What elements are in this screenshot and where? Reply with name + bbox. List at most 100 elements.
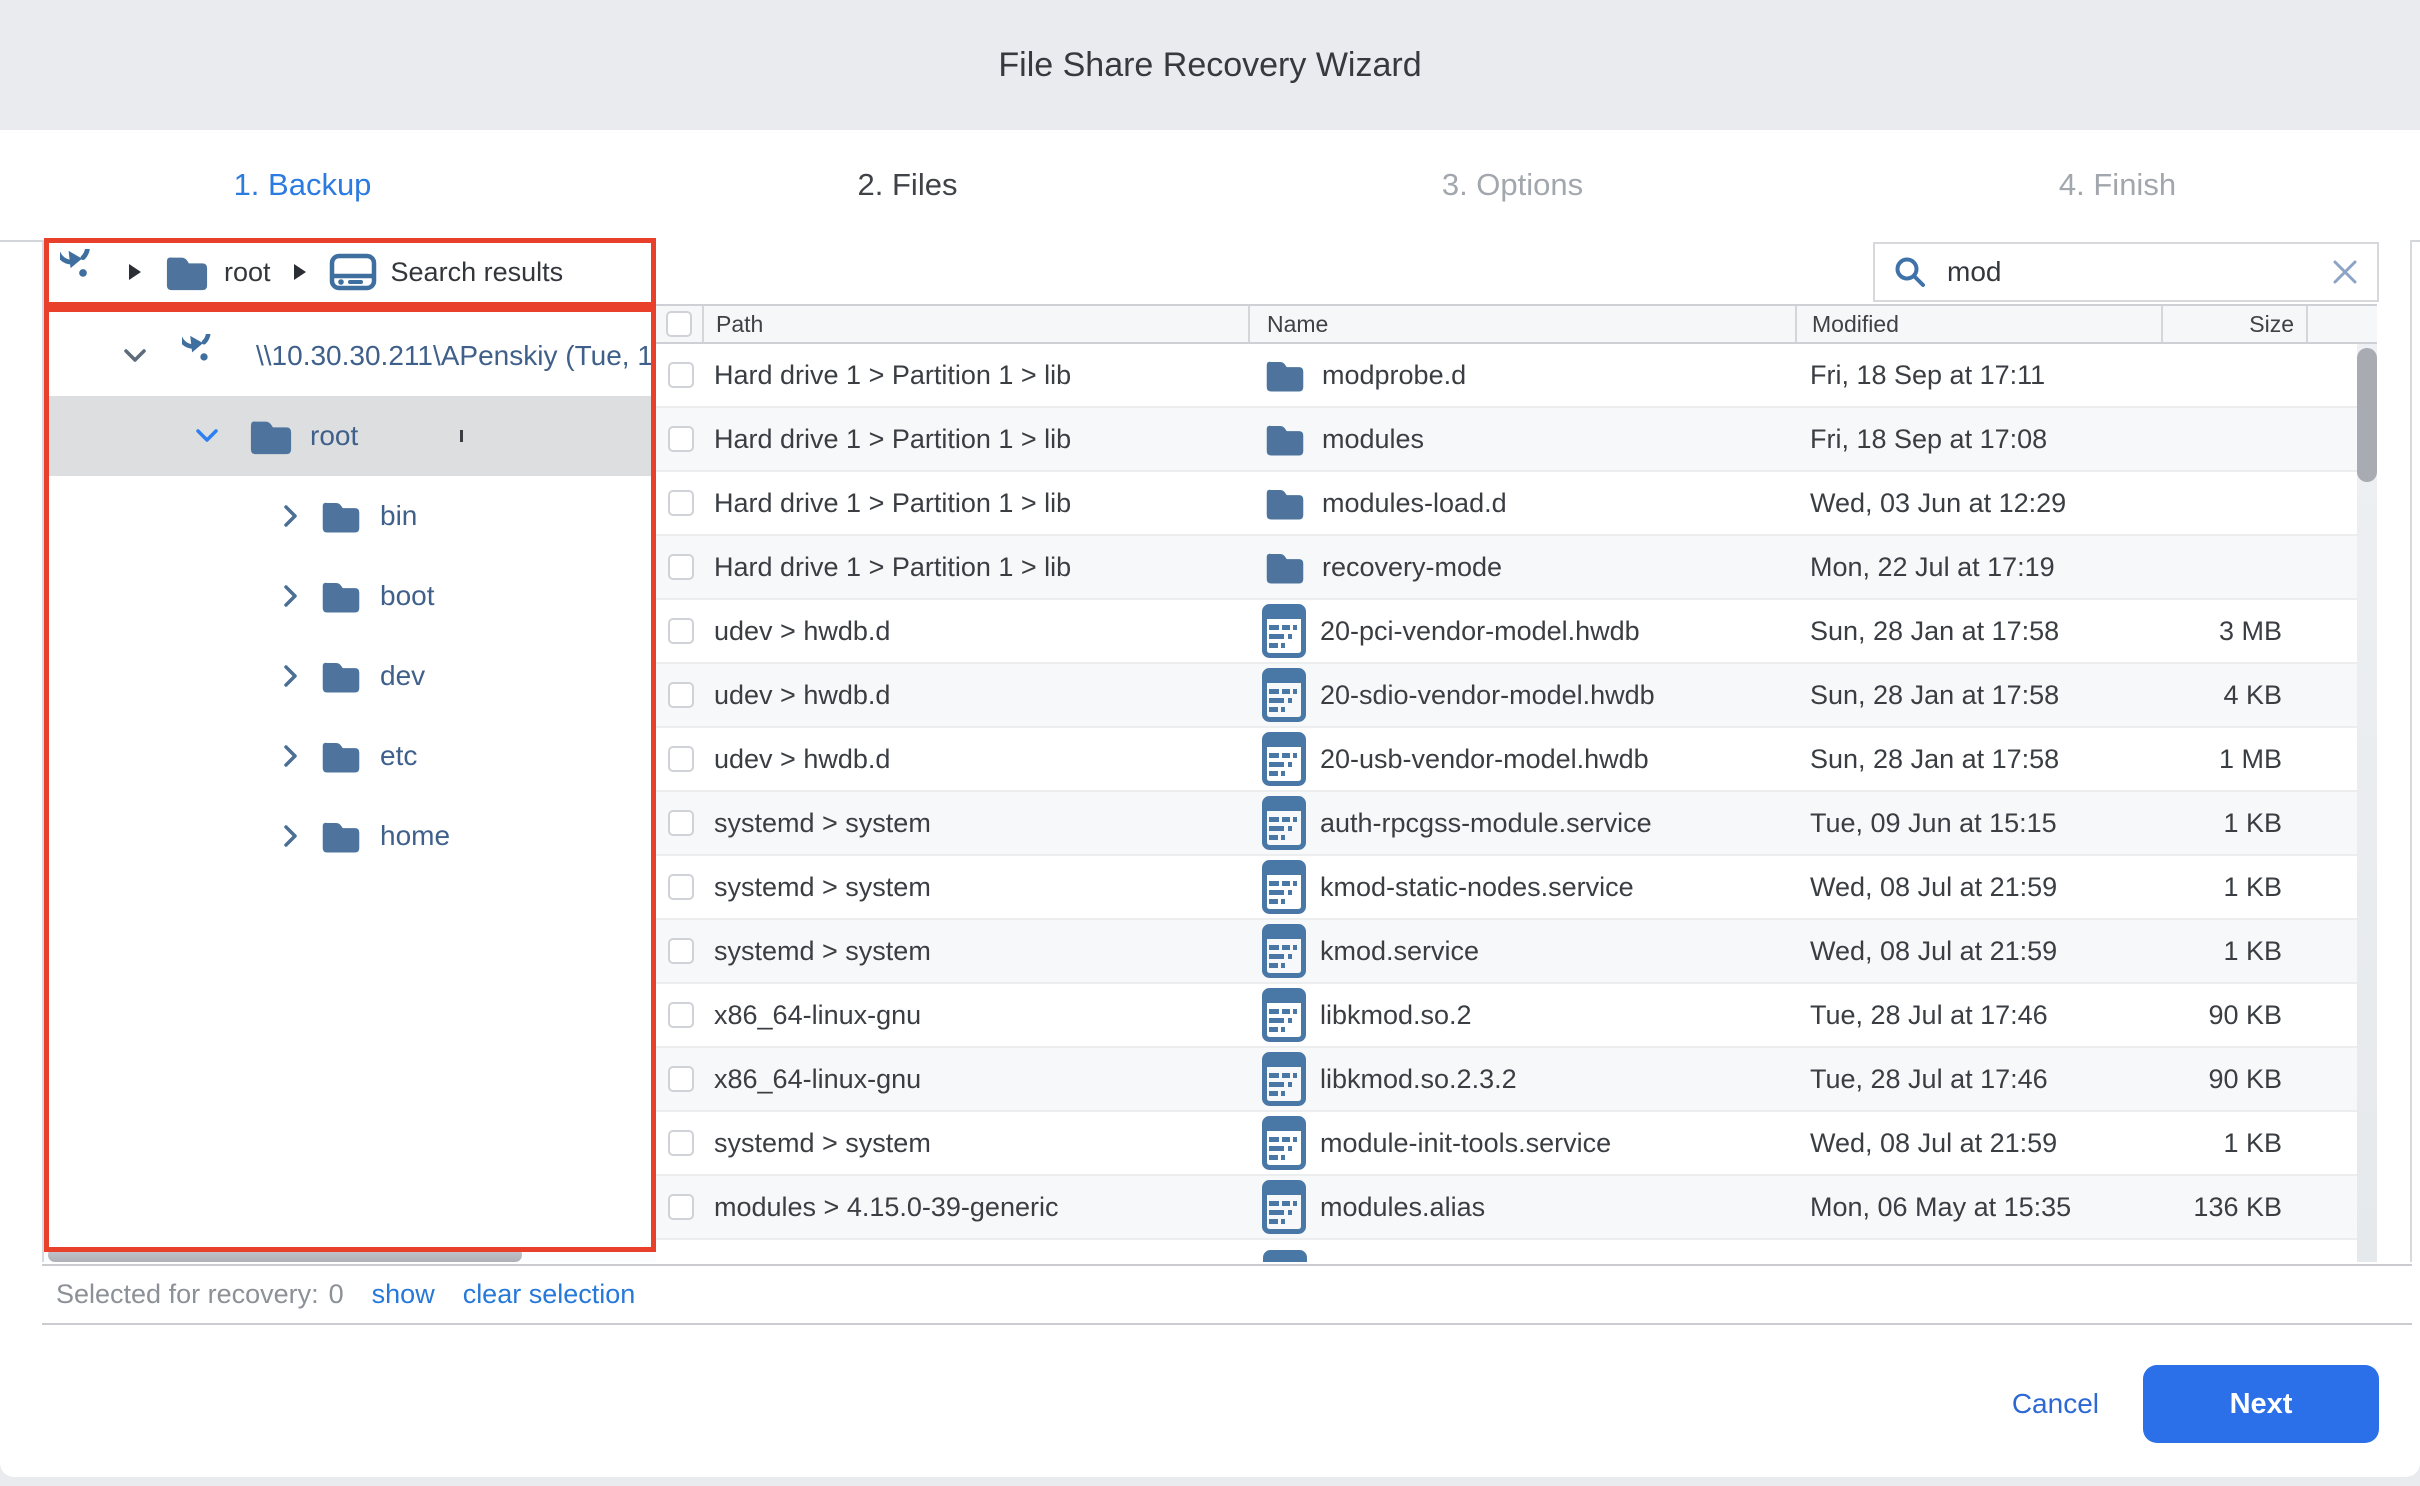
next-button[interactable]: Next <box>2143 1365 2379 1443</box>
table-row[interactable]: x86_64-linux-gnu libkmod.so.2 Tue, 28 Ju… <box>656 984 2377 1048</box>
file-name: module-init-tools.service <box>1320 1128 1611 1159</box>
step-backup[interactable]: 1. Backup <box>0 130 605 240</box>
table-row[interactable]: systemd > system module-init-tools.servi… <box>656 1112 2377 1176</box>
chevron-right-icon[interactable] <box>278 743 304 769</box>
step-files[interactable]: 2. Files <box>605 130 1210 240</box>
table-vertical-scrollbar[interactable] <box>2357 344 2377 1262</box>
tree-node-label[interactable]: etc <box>380 740 417 772</box>
breadcrumb-folder-label[interactable]: root <box>224 257 271 288</box>
tree-node-etc[interactable]: etc <box>44 716 656 796</box>
row-checkbox[interactable] <box>668 1066 694 1092</box>
search-input[interactable] <box>1945 255 2331 289</box>
table-row-partial <box>656 1240 2377 1262</box>
chevron-right-icon[interactable] <box>278 663 304 689</box>
cell-name: libkmod.so.2.3.2 <box>1248 1048 1795 1110</box>
row-checkbox[interactable] <box>668 682 694 708</box>
row-checkbox[interactable] <box>668 618 694 644</box>
tree-node-root[interactable]: root <box>44 396 656 476</box>
row-checkbox[interactable] <box>668 554 694 580</box>
chevron-right-icon[interactable] <box>278 503 304 529</box>
table-row[interactable]: udev > hwdb.d 20-usb-vendor-model.hwdb S… <box>656 728 2377 792</box>
row-checkbox[interactable] <box>668 362 694 388</box>
tree-node-bin[interactable]: bin <box>44 476 656 556</box>
chevron-right-icon[interactable] <box>278 823 304 849</box>
folder-icon <box>320 656 362 696</box>
tree-node-backup[interactable]: \\10.30.30.211\APenskiy (Tue, 11 Ja <box>44 316 656 396</box>
folder-icon[interactable] <box>164 250 210 294</box>
tree-node-label[interactable]: dev <box>380 660 425 692</box>
wizard-steps: 1. Backup 2. Files 3. Options 4. Finish <box>0 130 2420 240</box>
table-row[interactable]: x86_64-linux-gnu libkmod.so.2.3.2 Tue, 2… <box>656 1048 2377 1112</box>
select-all-checkbox[interactable] <box>666 311 692 337</box>
breadcrumb-search-results-label[interactable]: Search results <box>391 257 564 288</box>
row-checkbox[interactable] <box>668 810 694 836</box>
row-checkbox[interactable] <box>668 746 694 772</box>
tree-node-label[interactable]: boot <box>380 580 435 612</box>
restore-point-icon[interactable] <box>60 249 106 295</box>
cell-size <box>2161 408 2306 470</box>
breadcrumb-arrow-icon <box>293 263 307 281</box>
column-header-size[interactable]: Size <box>2161 306 2306 342</box>
tree-node-label[interactable]: \\10.30.30.211\APenskiy (Tue, 11 Ja <box>256 340 656 372</box>
folder-icon <box>320 496 362 536</box>
selected-for-recovery-label: Selected for recovery: <box>56 1279 319 1310</box>
table-row[interactable]: Hard drive 1 > Partition 1 > lib modules… <box>656 472 2377 536</box>
chevron-down-icon[interactable] <box>122 343 148 369</box>
tree-node-dev[interactable]: dev <box>44 636 656 716</box>
cell-path: systemd > system <box>702 792 1248 854</box>
table-row[interactable]: Hard drive 1 > Partition 1 > lib modules… <box>656 408 2377 472</box>
close-icon[interactable] <box>2331 258 2359 286</box>
row-checkbox[interactable] <box>668 938 694 964</box>
file-name: 20-sdio-vendor-model.hwdb <box>1320 680 1655 711</box>
tree-node-label[interactable]: home <box>380 820 450 852</box>
file-icon <box>1262 668 1306 722</box>
cell-path: udev > hwdb.d <box>702 728 1248 790</box>
cell-size: 1 KB <box>2161 792 2306 854</box>
file-icon <box>1262 860 1306 914</box>
cell-path: systemd > system <box>702 856 1248 918</box>
cell-path: Hard drive 1 > Partition 1 > lib <box>702 536 1248 598</box>
tree-horizontal-scrollbar[interactable] <box>44 1248 656 1262</box>
files-pane: Path Name Modified Size Hard drive 1 > P… <box>656 240 2412 1262</box>
show-link[interactable]: show <box>372 1279 435 1310</box>
scrollbar-thumb[interactable] <box>2357 348 2377 482</box>
chevron-down-icon[interactable] <box>194 423 220 449</box>
column-header-name[interactable]: Name <box>1248 306 1795 342</box>
table-row[interactable]: modules > 4.15.0-39-generic modules.alia… <box>656 1176 2377 1240</box>
tree-node-label[interactable]: root <box>310 420 358 452</box>
table-row[interactable]: udev > hwdb.d 20-pci-vendor-model.hwdb S… <box>656 600 2377 664</box>
clear-selection-link[interactable]: clear selection <box>463 1279 636 1310</box>
row-checkbox[interactable] <box>668 490 694 516</box>
folder-icon <box>320 576 362 616</box>
row-checkbox[interactable] <box>668 1130 694 1156</box>
table-row[interactable]: udev > hwdb.d 20-sdio-vendor-model.hwdb … <box>656 664 2377 728</box>
table-row[interactable]: Hard drive 1 > Partition 1 > lib modprob… <box>656 344 2377 408</box>
column-header-path[interactable]: Path <box>702 306 1248 342</box>
row-checkbox[interactable] <box>668 426 694 452</box>
tree-node-home[interactable]: home <box>44 796 656 876</box>
dialog-footer: Cancel Next <box>2012 1365 2379 1443</box>
file-icon <box>1262 1052 1306 1106</box>
cell-size: 1 KB <box>2161 920 2306 982</box>
scrollbar-thumb[interactable] <box>48 1248 522 1262</box>
table-row[interactable]: systemd > system auth-rpcgss-module.serv… <box>656 792 2377 856</box>
search-box[interactable] <box>1873 242 2379 302</box>
table-row[interactable]: Hard drive 1 > Partition 1 > lib recover… <box>656 536 2377 600</box>
cancel-button[interactable]: Cancel <box>2012 1388 2099 1420</box>
cell-modified: Mon, 22 Jul at 17:19 <box>1795 536 2161 598</box>
table-row[interactable]: systemd > system kmod.service Wed, 08 Ju… <box>656 920 2377 984</box>
row-checkbox[interactable] <box>668 1194 694 1220</box>
column-header-modified[interactable]: Modified <box>1795 306 2161 342</box>
row-checkbox[interactable] <box>668 874 694 900</box>
chevron-right-icon[interactable] <box>278 583 304 609</box>
file-share-recovery-wizard-dialog: File Share Recovery Wizard 1. Backup 2. … <box>0 0 2420 1477</box>
tree-node-boot[interactable]: boot <box>44 556 656 636</box>
row-checkbox[interactable] <box>668 1002 694 1028</box>
cell-modified: Sun, 28 Jan at 17:58 <box>1795 728 2161 790</box>
cell-modified: Wed, 08 Jul at 21:59 <box>1795 1112 2161 1174</box>
tree-node-label[interactable]: bin <box>380 500 417 532</box>
file-name: 20-pci-vendor-model.hwdb <box>1320 616 1640 647</box>
cell-name: modprobe.d <box>1248 344 1795 406</box>
cell-path: systemd > system <box>702 920 1248 982</box>
table-row[interactable]: systemd > system kmod-static-nodes.servi… <box>656 856 2377 920</box>
